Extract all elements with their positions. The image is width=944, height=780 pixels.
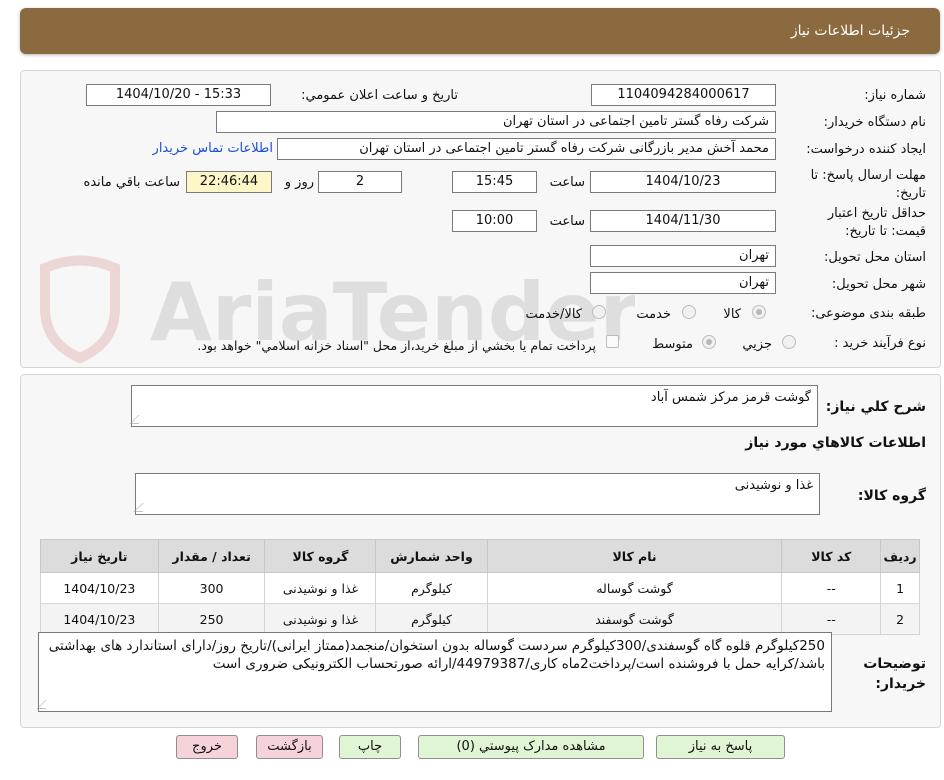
need-desc-label: شرح کلي نياز:: [825, 399, 926, 415]
treasury-note: پرداخت تمام يا بخشي از مبلغ خريد،از محل …: [197, 338, 596, 353]
cell-item-name: گوشت گوساله: [486, 572, 783, 604]
col-item-code: کد کالا: [781, 539, 882, 573]
treasury-checkbox[interactable]: [606, 335, 619, 348]
goods-group-label: گروه کالا:: [857, 488, 926, 504]
remaining-time-field: 22:46:44: [186, 171, 272, 193]
buyer-notes-label: توضيحات خريدار:: [863, 656, 926, 692]
col-item-name: نام کالا: [486, 539, 783, 573]
category-service-label: خدمت: [636, 307, 671, 322]
buyer-contact-link[interactable]: اطلاعات تماس خريدار: [153, 141, 273, 156]
buyer-notes-text: 250کیلوگرم قلوه گاه گوسفندی/300کیلوگرم س…: [48, 638, 825, 672]
cell-quantity: 250: [157, 603, 266, 635]
category-goods-label: کالا: [723, 307, 741, 322]
remaining-label: ساعت باقي مانده: [83, 175, 180, 190]
validity-label: حداقل تاريخ اعتبار قيمت: تا تاريخ:: [827, 206, 926, 239]
page-header: جزئیات اطلاعات نیاز: [20, 8, 940, 54]
validity-date-field: 1404/11/30: [590, 210, 776, 232]
resize-grip-icon: [36, 700, 55, 709]
resize-grip-icon: [133, 503, 152, 512]
deadline-time-label: ساعت: [549, 175, 585, 190]
days-label: روز و: [284, 175, 314, 190]
category-label: طبقه بندی موضوعی:: [810, 306, 926, 321]
resize-grip-icon: [129, 415, 148, 424]
requester-label: ايجاد کننده درخواست:: [806, 142, 926, 157]
validity-time-label: ساعت: [549, 214, 585, 229]
goods-group-text: غذا و نوشيدنی: [734, 478, 813, 493]
goods-info-title: اطلاعات کالاهاي مورد نياز: [745, 435, 926, 451]
table-header-row: رديف کد کالا نام کالا واحد شمارش گروه کا…: [40, 539, 920, 573]
cell-row-number: 2: [880, 603, 920, 635]
category-service-radio[interactable]: [682, 305, 696, 319]
deadline-time-field: 15:45: [452, 171, 537, 193]
requester-field: محمد آخش مدیر بازرگانی شرکت رفاه گستر تا…: [277, 138, 776, 160]
table-row: 1 -- گوشت گوساله کيلوگرم غذا و نوشيدنی 3…: [40, 572, 920, 604]
page-title: جزئیات اطلاعات نیاز: [790, 23, 910, 39]
table-row: 2 -- گوشت گوسفند کيلوگرم غذا و نوشيدنی 2…: [40, 603, 920, 635]
print-button[interactable]: چاپ: [339, 735, 401, 759]
buyer-notes-textarea: 250کیلوگرم قلوه گاه گوسفندی/300کیلوگرم س…: [36, 632, 832, 712]
col-row-number: رديف: [880, 539, 920, 573]
cell-need-date: 1404/10/23: [40, 572, 159, 604]
process-label: نوع فرآيند خريد :: [834, 336, 926, 351]
days-field: 2: [318, 171, 402, 193]
city-field: تهران: [590, 272, 776, 294]
process-minor-radio[interactable]: [782, 335, 796, 349]
reply-button[interactable]: پاسخ به نياز: [656, 735, 785, 759]
province-label: استان محل تحويل:: [824, 250, 926, 265]
cell-item-code: --: [781, 572, 882, 604]
back-button[interactable]: بازگشت: [256, 735, 323, 759]
province-field: تهران: [590, 245, 776, 267]
goods-table: رديف کد کالا نام کالا واحد شمارش گروه کا…: [40, 539, 920, 635]
deadline-label: مهلت ارسال پاسخ: تا تاريخ:: [810, 168, 926, 201]
col-unit: واحد شمارش: [375, 539, 488, 573]
buyer-org-label: نام دستگاه خريدار:: [823, 115, 926, 130]
city-label: شهر محل تحويل:: [831, 277, 926, 292]
need-desc-textarea: گوشت قرمز مرکز شمس آباد: [129, 385, 818, 427]
col-group: گروه کالا: [264, 539, 377, 573]
cell-unit: کيلوگرم: [375, 572, 488, 604]
cell-need-date: 1404/10/23: [40, 603, 159, 635]
col-need-date: تاريخ نياز: [40, 539, 159, 573]
need-number-field: 1104094284000617: [591, 84, 776, 106]
process-minor-label: جزيي: [742, 337, 772, 352]
need-desc-text: گوشت قرمز مرکز شمس آباد: [650, 390, 811, 405]
goods-group-textarea: غذا و نوشيدنی: [133, 473, 820, 515]
category-goods-service-label: کالا/خدمت: [525, 307, 582, 322]
exit-button[interactable]: خروج: [176, 735, 238, 759]
cell-unit: کيلوگرم: [375, 603, 488, 635]
cell-group: غذا و نوشيدنی: [264, 603, 377, 635]
process-medium-radio[interactable]: [702, 335, 716, 349]
buyer-org-field: شرکت رفاه گستر تامین اجتماعی در استان ته…: [216, 111, 776, 133]
need-number-label: شماره نیاز:: [864, 88, 926, 103]
announce-label: تاریخ و ساعت اعلان عمومي:: [301, 88, 458, 103]
process-medium-label: متوسط: [652, 337, 693, 352]
category-goods-service-radio[interactable]: [592, 305, 606, 319]
announce-field: 1404/10/20 - 15:33: [86, 84, 271, 106]
validity-time-field: 10:00: [452, 210, 537, 232]
cell-item-name: گوشت گوسفند: [486, 603, 783, 635]
cell-group: غذا و نوشيدنی: [264, 572, 377, 604]
deadline-date-field: 1404/10/23: [590, 171, 776, 193]
cell-item-code: --: [781, 603, 882, 635]
cell-quantity: 300: [157, 572, 266, 604]
view-attachments-button[interactable]: مشاهده مدارک پيوستي (0): [418, 735, 644, 759]
col-quantity: تعداد / مقدار: [157, 539, 266, 573]
cell-row-number: 1: [880, 572, 920, 604]
category-goods-radio[interactable]: [752, 305, 766, 319]
